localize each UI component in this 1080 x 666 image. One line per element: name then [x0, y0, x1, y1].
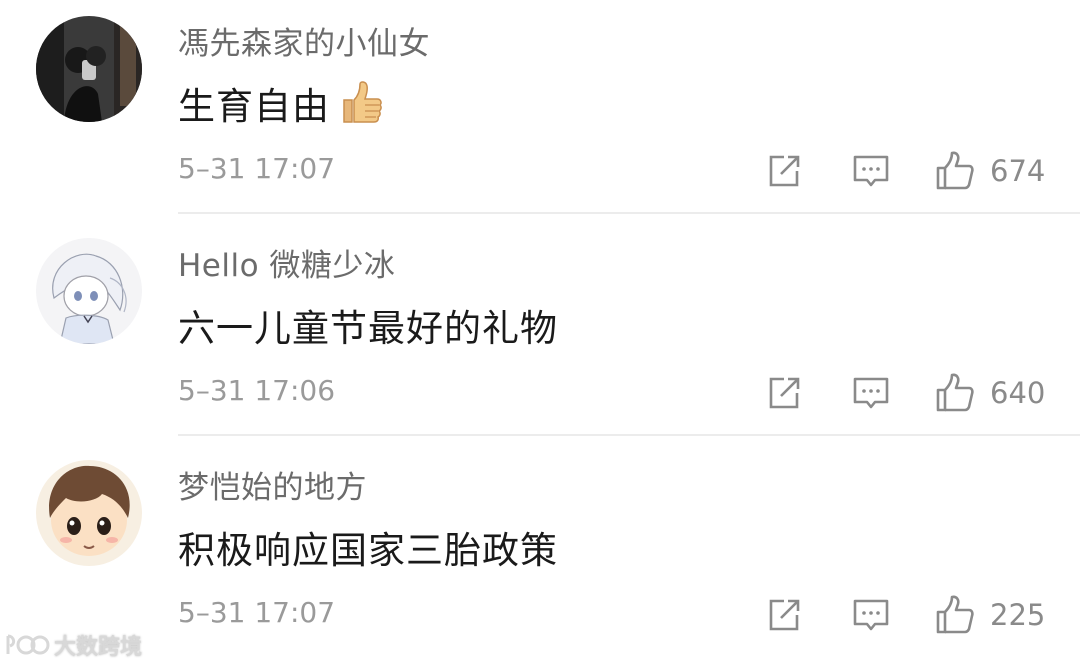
watermark-logo-icon — [6, 634, 50, 655]
comment-timestamp: 5–31 17:07 — [178, 152, 336, 185]
repost-icon — [769, 155, 800, 187]
comment-text: 六一儿童节最好的礼物 — [178, 307, 558, 350]
watermark: 大数跨境 — [4, 630, 142, 660]
comment-icon — [853, 599, 889, 631]
repost-icon — [769, 377, 800, 409]
thumbs-up-emoji-icon — [338, 80, 384, 126]
username[interactable]: 馮先森家的小仙女 — [178, 18, 430, 63]
watermark-text: 大数跨境 — [54, 635, 143, 660]
divider — [178, 434, 1080, 436]
like-button[interactable]: 225 — [934, 594, 1045, 636]
repost-button[interactable] — [764, 150, 804, 192]
thumbs-up-icon — [936, 373, 974, 412]
comment-timestamp: 5–31 17:07 — [178, 596, 336, 629]
divider — [178, 212, 1080, 214]
like-count: 640 — [990, 376, 1046, 410]
username[interactable]: Hello 微糖少冰 — [178, 240, 395, 285]
comment-item: 馮先森家的小仙女 生育自由 5–31 17:07 674 — [0, 0, 1080, 222]
like-button[interactable]: 674 — [934, 150, 1045, 192]
comment-button[interactable] — [850, 150, 892, 192]
comment-text-content: 生育自由 — [178, 85, 330, 128]
like-count: 225 — [990, 598, 1046, 632]
thumbs-up-icon — [936, 595, 974, 634]
comment-item: 梦恺始的地方 积极响应国家三胎政策 5–31 17:07 225 — [0, 444, 1080, 666]
thumbs-up-icon — [936, 151, 974, 190]
comment-icon — [853, 155, 889, 187]
repost-button[interactable] — [764, 372, 804, 414]
comment-icon — [853, 377, 889, 409]
repost-icon — [769, 599, 800, 631]
username[interactable]: 梦恺始的地方 — [178, 462, 367, 507]
like-button[interactable]: 640 — [934, 372, 1045, 414]
comment-timestamp: 5–31 17:06 — [178, 374, 336, 407]
comment-text: 生育自由 — [178, 76, 384, 130]
avatar[interactable] — [36, 460, 142, 566]
like-count: 674 — [990, 154, 1046, 188]
avatar[interactable] — [36, 16, 142, 122]
comment-text: 积极响应国家三胎政策 — [178, 529, 558, 572]
avatar[interactable] — [36, 238, 142, 344]
comment-button[interactable] — [850, 594, 892, 636]
comment-button[interactable] — [850, 372, 892, 414]
comment-item: Hello 微糖少冰 六一儿童节最好的礼物 5–31 17:06 640 — [0, 222, 1080, 444]
repost-button[interactable] — [764, 594, 804, 636]
